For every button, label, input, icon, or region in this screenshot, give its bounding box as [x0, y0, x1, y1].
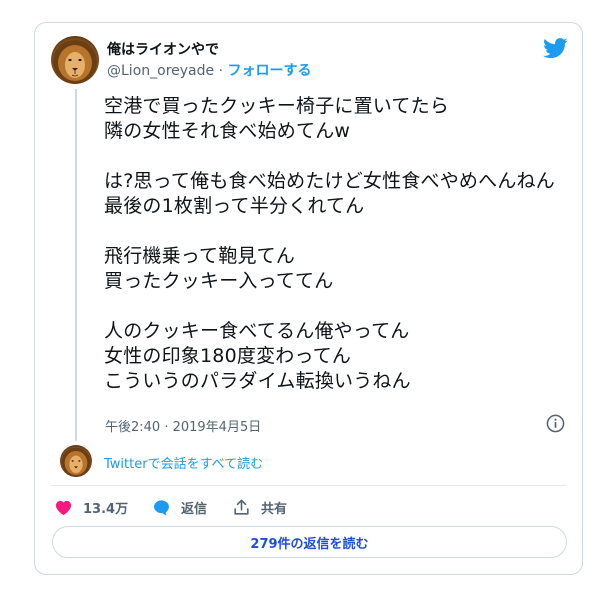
share-icon — [234, 499, 249, 515]
heart-icon — [55, 500, 72, 515]
share-label: 共有 — [261, 501, 288, 517]
read-replies-button[interactable]: 279件の返信を読む — [52, 526, 567, 558]
reply-bubble-icon — [154, 499, 169, 515]
divider — [51, 485, 566, 486]
reply-label: 返信 — [181, 501, 208, 517]
handle-separator: · — [214, 63, 228, 79]
author-display-name[interactable]: 俺はライオンやで — [107, 39, 219, 59]
tweet-text: 空港で買ったクッキー椅子に置いてたら 隣の女性それ食べ始めてんw は?思って俺も… — [104, 95, 555, 392]
lion-avatar-image — [61, 447, 91, 477]
author-handle[interactable]: @Lion_oreyade — [107, 63, 214, 79]
lion-avatar-image — [53, 40, 97, 84]
follow-link[interactable]: フォローする — [227, 63, 311, 79]
share-button[interactable]: 共有 — [232, 495, 287, 519]
reply-button[interactable]: 返信 — [152, 495, 207, 519]
twitter-bird-icon[interactable] — [543, 38, 568, 59]
like-count: 13.4万 — [83, 501, 129, 517]
tweet-timestamp[interactable]: 午後2:40 · 2019年4月5日 — [105, 416, 261, 435]
like-button[interactable]: 13.4万 — [54, 495, 128, 519]
tweet-card: 俺はライオンやで @Lion_oreyade · フォローする 空港で買ったクッ… — [34, 22, 583, 575]
info-icon[interactable] — [546, 414, 565, 433]
conversation-avatar — [60, 445, 92, 477]
read-conversation-link[interactable]: Twitterで会話をすべて読む — [104, 453, 263, 472]
thread-line — [75, 89, 77, 441]
author-handle-row: @Lion_oreyade · フォローする — [107, 60, 311, 80]
author-avatar[interactable] — [51, 36, 99, 84]
